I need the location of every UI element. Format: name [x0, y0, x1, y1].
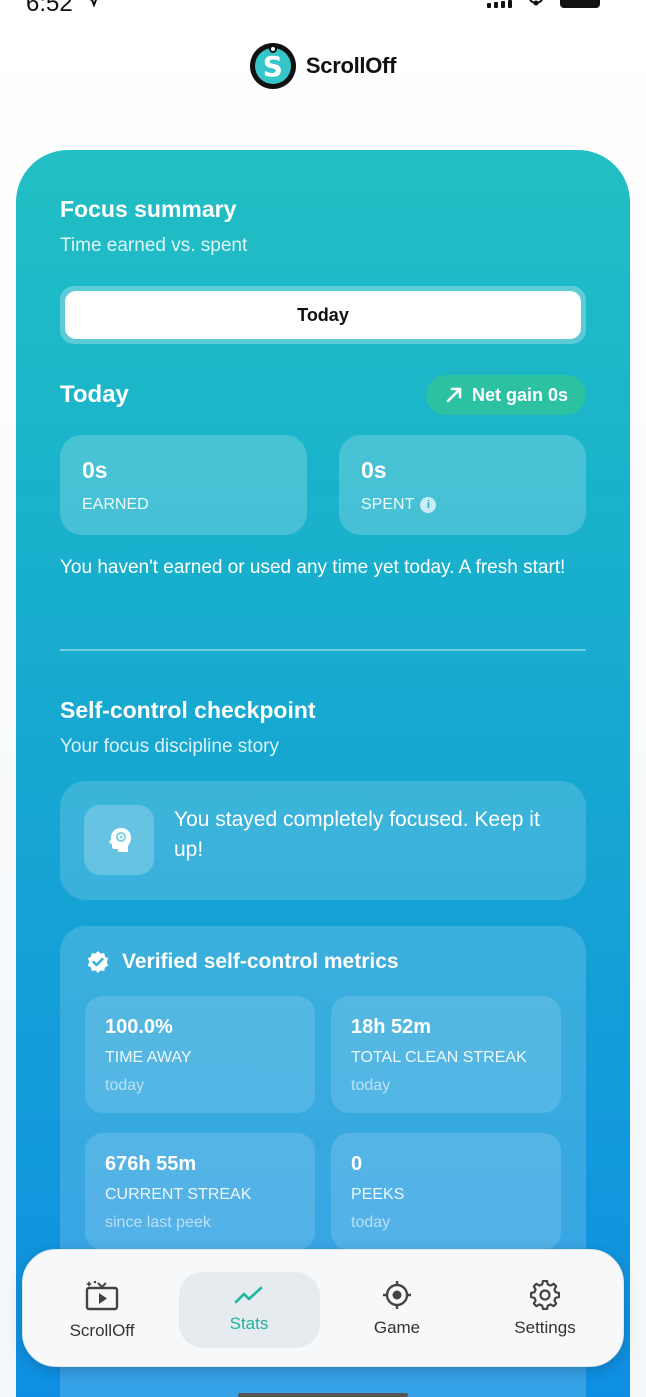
logo-dot: [268, 45, 277, 53]
info-icon[interactable]: i: [420, 497, 437, 513]
checkpoint-title: Self-control checkpoint: [60, 697, 316, 723]
arrow-up-right-icon: [446, 387, 462, 403]
spent-label: SPENT i: [361, 496, 564, 514]
app-name: ScrollOff: [305, 53, 397, 78]
metric-peeks: 0 PEEKS today: [331, 1133, 561, 1250]
focus-summary-title: Focus summary: [60, 196, 237, 222]
period-selector: Today: [60, 286, 586, 344]
main-card: Focus summary Time earned vs. spent Toda…: [16, 150, 630, 1397]
nav-item-stats[interactable]: Stats: [179, 1250, 319, 1368]
nav-label: Stats: [229, 1314, 269, 1333]
metric-value: 100.0%: [105, 1016, 173, 1038]
metric-value: 0: [351, 1153, 363, 1175]
nav-label: Settings: [514, 1318, 576, 1337]
app-header: S ScrollOff: [0, 40, 646, 92]
metric-sub: since last peek: [105, 1214, 211, 1231]
tv-sparkle-icon: [85, 1280, 119, 1311]
status-bar: 6:52: [0, 0, 646, 17]
spent-card: 0s SPENT i: [339, 435, 586, 535]
app-logo: S: [249, 43, 296, 89]
checkpoint-subtitle: Your focus discipline story: [60, 736, 279, 757]
battery-icon: [560, 0, 600, 8]
verified-badge-icon: [87, 951, 109, 973]
metric-total-clean-streak: 18h 52m TOTAL CLEAN STREAK today: [331, 996, 561, 1113]
metric-label: TOTAL CLEAN STREAK: [351, 1049, 527, 1066]
earned-value: 0s: [82, 457, 108, 483]
period-today-button[interactable]: Today: [65, 291, 581, 339]
checkpoint-header: Self-control checkpoint Your focus disci…: [60, 697, 586, 758]
today-row: Today Net gain 0s: [60, 374, 586, 416]
earned-label: EARNED: [82, 496, 285, 514]
earned-label-text: EARNED: [82, 496, 149, 513]
focus-status-text: You stayed completely focused. Keep it u…: [174, 808, 540, 861]
status-time: 6:52: [26, 0, 73, 17]
metrics-title: Verified self-control metrics: [122, 950, 399, 973]
focus-summary-subtitle: Time earned vs. spent: [60, 235, 248, 256]
gear-icon: [530, 1280, 560, 1310]
section-divider: [60, 649, 586, 651]
nav-item-game[interactable]: Game: [327, 1250, 467, 1368]
wifi-icon: [529, 0, 543, 6]
home-indicator[interactable]: [238, 1393, 408, 1397]
bottom-navigation: ScrollOff Stats Game Settings: [22, 1249, 624, 1367]
metric-label: CURRENT STREAK: [105, 1186, 252, 1203]
nav-item-settings[interactable]: Settings: [475, 1250, 615, 1368]
nav-label: ScrollOff: [69, 1321, 135, 1340]
metric-sub: today: [105, 1077, 145, 1094]
metric-sub: today: [351, 1214, 391, 1231]
metric-time-away: 100.0% TIME AWAY today: [85, 996, 315, 1113]
brain-head-icon: [84, 805, 154, 875]
trending-up-icon: [234, 1286, 263, 1304]
fresh-start-message: You haven't earned or used any time yet …: [60, 557, 566, 578]
metric-label: PEEKS: [351, 1186, 405, 1203]
spent-label-text: SPENT: [361, 496, 415, 513]
spent-value: 0s: [361, 457, 387, 483]
logo-letter: S: [254, 48, 291, 84]
crosshair-icon: [383, 1281, 411, 1309]
metric-label: TIME AWAY: [105, 1049, 192, 1066]
net-gain-text: Net gain 0s: [471, 384, 568, 405]
metrics-header: Verified self-control metrics: [86, 950, 399, 974]
focus-summary-header: Focus summary Time earned vs. spent: [60, 196, 586, 257]
focus-status-card: You stayed completely focused. Keep it u…: [60, 781, 586, 900]
nav-item-scrolloff[interactable]: ScrollOff: [32, 1250, 172, 1368]
net-gain-badge: Net gain 0s: [425, 375, 586, 415]
signal-icon: [487, 0, 512, 8]
earned-card: 0s EARNED: [60, 435, 307, 535]
metric-value: 18h 52m: [351, 1016, 432, 1038]
nav-label: Game: [373, 1318, 421, 1337]
metric-sub: today: [351, 1077, 391, 1094]
metric-current-streak: 676h 55m CURRENT STREAK since last peek: [85, 1133, 315, 1250]
navigation-icon: [89, 0, 97, 8]
period-label: Today: [60, 381, 129, 408]
metric-value: 676h 55m: [105, 1153, 197, 1175]
